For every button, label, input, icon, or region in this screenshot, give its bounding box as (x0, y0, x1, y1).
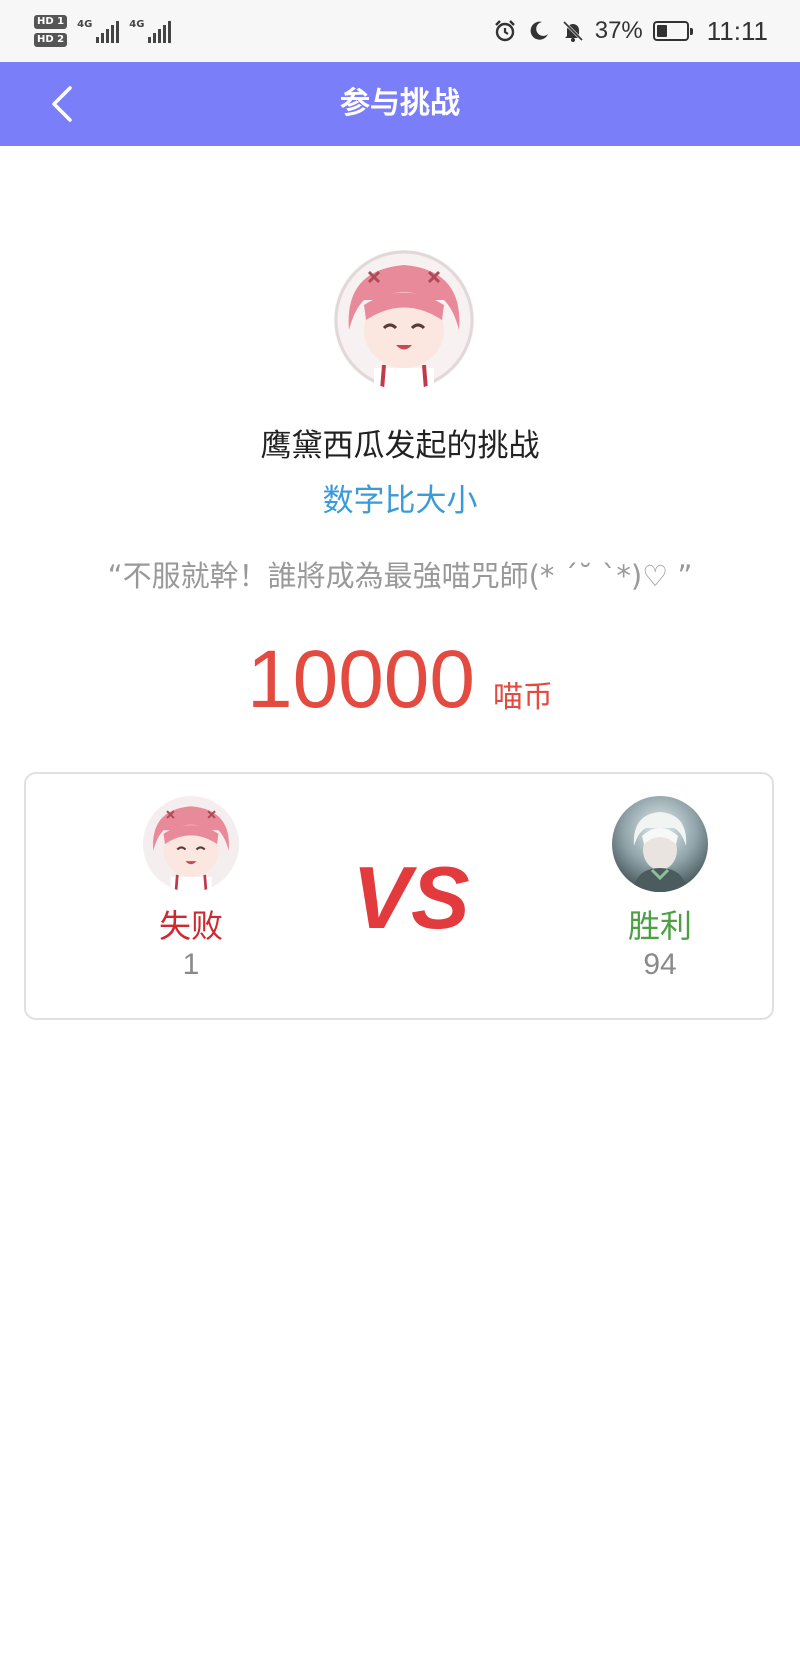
right-player-result: 胜利 (627, 907, 692, 945)
net1-label: 4G (77, 19, 93, 30)
stake: 10000 喵币 (0, 635, 800, 725)
right-player: 胜利 94 (590, 796, 730, 982)
left-player-result: 失败 (158, 907, 223, 945)
moon-icon (530, 21, 548, 40)
right-player-score: 94 (643, 948, 677, 981)
anime-girl-avatar-image (334, 250, 474, 390)
signal-2-icon: 4G (129, 19, 172, 43)
right-player-avatar[interactable] (612, 796, 708, 892)
net2-label: 4G (129, 19, 145, 30)
sim-indicators: HD 1 HD 2 (34, 15, 68, 47)
bell-off-icon (562, 20, 583, 42)
sim1-badge: HD 1 (34, 15, 68, 29)
anime-girl-avatar-image (143, 796, 239, 892)
clock: 11:11 (706, 15, 768, 46)
vs-card: 失败 1 VS 胜利 94 (24, 772, 774, 1020)
challenge-slogan: “不服就幹！誰將成為最強喵咒師(* ´˘ `*)♡ ” (107, 559, 693, 593)
status-left: HD 1 HD 2 4G 4G (34, 10, 172, 52)
game-name-link[interactable]: 数字比大小 (0, 475, 800, 520)
battery-icon (652, 21, 693, 41)
status-right: 37% 11:11 (493, 14, 768, 48)
signal-1-icon: 4G (77, 19, 120, 43)
host-avatar (334, 250, 474, 390)
challenge-host-name: 鹰黛西瓜发起的挑战 (260, 428, 540, 464)
page-title: 参与挑战 (340, 86, 460, 121)
status-bar: HD 1 HD 2 4G 4G 37% 11:11 (0, 0, 800, 62)
battery-percent: 37% (594, 17, 643, 44)
left-player-score: 1 (182, 948, 200, 981)
app-header: 参与挑战 (0, 62, 800, 146)
alarm-icon (494, 20, 515, 42)
battery-level (656, 25, 668, 37)
vs-text: VS (352, 848, 469, 946)
white-haired-character-avatar-image (612, 796, 708, 892)
sim2-badge: HD 2 (34, 33, 68, 47)
vs-logo: VS (352, 848, 469, 946)
stake-unit: 喵币 (493, 680, 554, 715)
left-player: 失败 1 (121, 796, 261, 982)
left-player-avatar[interactable] (143, 796, 239, 892)
stake-amount: 10000 (246, 634, 476, 725)
